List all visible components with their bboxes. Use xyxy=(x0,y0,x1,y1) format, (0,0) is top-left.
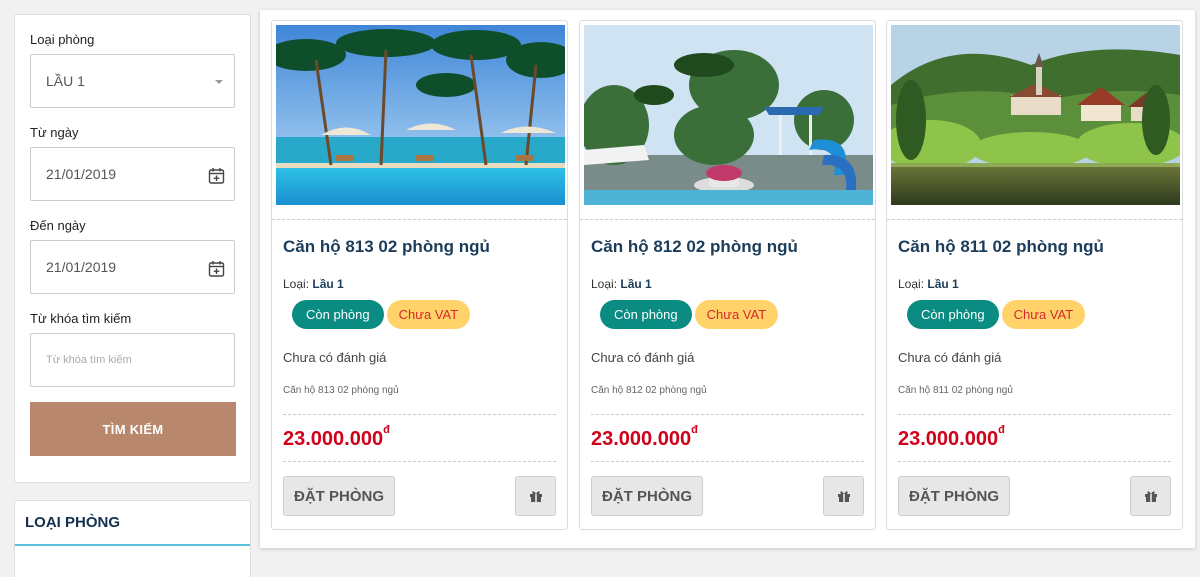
price-amount: 23.000.000 xyxy=(283,428,384,450)
search-button[interactable]: TÌM KIẾM xyxy=(30,402,236,456)
calendar-icon[interactable] xyxy=(208,260,225,277)
divider xyxy=(898,414,1171,415)
price-amount: 23.000.000 xyxy=(898,428,999,450)
gift-icon xyxy=(529,491,542,502)
room-type-panel: LOẠI PHÒNG xyxy=(14,500,251,577)
vat-badge: Chưa VAT xyxy=(386,300,471,329)
room-image[interactable] xyxy=(584,25,873,205)
room-type-line: Loại: Lầu 1 xyxy=(283,277,344,291)
room-card: Căn hộ 813 02 phòng ngủ Loại: Lầu 1 Còn … xyxy=(271,20,568,530)
room-type-prefix: Loại: xyxy=(898,277,925,291)
vat-badge: Chưa VAT xyxy=(694,300,779,329)
divider xyxy=(283,461,556,462)
divider xyxy=(898,461,1171,462)
water-park-image xyxy=(584,25,873,205)
to-date-input[interactable]: 21/01/2019 xyxy=(30,240,235,294)
room-type-prefix: Loại: xyxy=(591,277,618,291)
room-price: 23.000.000đ xyxy=(591,424,698,451)
room-title[interactable]: Căn hộ 813 02 phòng ngủ xyxy=(283,237,490,257)
room-title[interactable]: Căn hộ 812 02 phòng ngủ xyxy=(591,237,798,257)
room-type-line: Loại: Lầu 1 xyxy=(591,277,652,291)
room-card: Căn hộ 811 02 phòng ngủ Loại: Lầu 1 Còn … xyxy=(886,20,1183,530)
vat-badge: Chưa VAT xyxy=(1001,300,1086,329)
divider xyxy=(591,461,864,462)
gift-icon xyxy=(837,491,850,502)
divider xyxy=(591,414,864,415)
room-type-select[interactable]: LẦU 1 xyxy=(30,54,235,108)
beach-pool-image xyxy=(276,25,565,205)
room-description: Căn hộ 812 02 phòng ngủ xyxy=(591,385,707,396)
divider xyxy=(272,219,567,220)
currency-symbol: đ xyxy=(691,424,698,436)
to-date-value: 21/01/2019 xyxy=(46,259,117,275)
room-title[interactable]: Căn hộ 811 02 phòng ngủ xyxy=(898,237,1104,257)
room-description: Căn hộ 813 02 phòng ngủ xyxy=(283,385,399,396)
currency-symbol: đ xyxy=(383,424,390,436)
to-date-label: Đến ngày xyxy=(30,218,86,233)
divider xyxy=(887,219,1182,220)
room-listing: Căn hộ 813 02 phòng ngủ Loại: Lầu 1 Còn … xyxy=(260,10,1195,548)
search-panel: Loại phòng LẦU 1 Từ ngày 21/01/2019 Đến … xyxy=(14,14,251,483)
gift-button[interactable] xyxy=(823,476,864,516)
room-type-line: Loại: Lầu 1 xyxy=(898,277,959,291)
room-description: Căn hộ 811 02 phòng ngủ xyxy=(898,385,1013,396)
book-button[interactable]: ĐẶT PHÒNG xyxy=(898,476,1010,516)
chevron-down-icon xyxy=(215,80,223,84)
room-card: Căn hộ 812 02 phòng ngủ Loại: Lầu 1 Còn … xyxy=(579,20,876,530)
book-button[interactable]: ĐẶT PHÒNG xyxy=(591,476,703,516)
keyword-label: Từ khóa tìm kiếm xyxy=(30,311,132,326)
badge-group: Còn phòng Chưa VAT xyxy=(600,300,779,329)
availability-badge: Còn phòng xyxy=(292,300,384,329)
gift-icon xyxy=(1144,491,1157,502)
from-date-label: Từ ngày xyxy=(30,125,79,140)
room-type-prefix: Loại: xyxy=(283,277,310,291)
badge-group: Còn phòng Chưa VAT xyxy=(907,300,1086,329)
rating-text: Chưa có đánh giá xyxy=(898,350,1002,365)
from-date-input[interactable]: 21/01/2019 xyxy=(30,147,235,201)
divider xyxy=(580,219,875,220)
gift-button[interactable] xyxy=(1130,476,1171,516)
room-image[interactable] xyxy=(891,25,1180,205)
availability-badge: Còn phòng xyxy=(600,300,692,329)
room-price: 23.000.000đ xyxy=(898,424,1005,451)
calendar-icon[interactable] xyxy=(208,167,225,184)
rating-text: Chưa có đánh giá xyxy=(283,350,387,365)
lake-village-image xyxy=(891,25,1180,205)
room-type-value: Lầu 1 xyxy=(312,277,344,291)
room-type-selected-value: LẦU 1 xyxy=(46,73,85,89)
availability-badge: Còn phòng xyxy=(907,300,999,329)
currency-symbol: đ xyxy=(998,424,1005,436)
room-image[interactable] xyxy=(276,25,565,205)
book-button[interactable]: ĐẶT PHÒNG xyxy=(283,476,395,516)
from-date-value: 21/01/2019 xyxy=(46,166,117,182)
room-type-label: Loại phòng xyxy=(30,32,95,47)
price-amount: 23.000.000 xyxy=(591,428,692,450)
gift-button[interactable] xyxy=(515,476,556,516)
room-type-panel-title: LOẠI PHÒNG xyxy=(15,501,250,546)
keyword-placeholder: Từ khóa tìm kiếm xyxy=(46,354,132,366)
room-type-value: Lầu 1 xyxy=(927,277,959,291)
room-type-value: Lầu 1 xyxy=(620,277,652,291)
divider xyxy=(283,414,556,415)
rating-text: Chưa có đánh giá xyxy=(591,350,695,365)
room-price: 23.000.000đ xyxy=(283,424,390,451)
keyword-input[interactable]: Từ khóa tìm kiếm xyxy=(30,333,235,387)
badge-group: Còn phòng Chưa VAT xyxy=(292,300,471,329)
